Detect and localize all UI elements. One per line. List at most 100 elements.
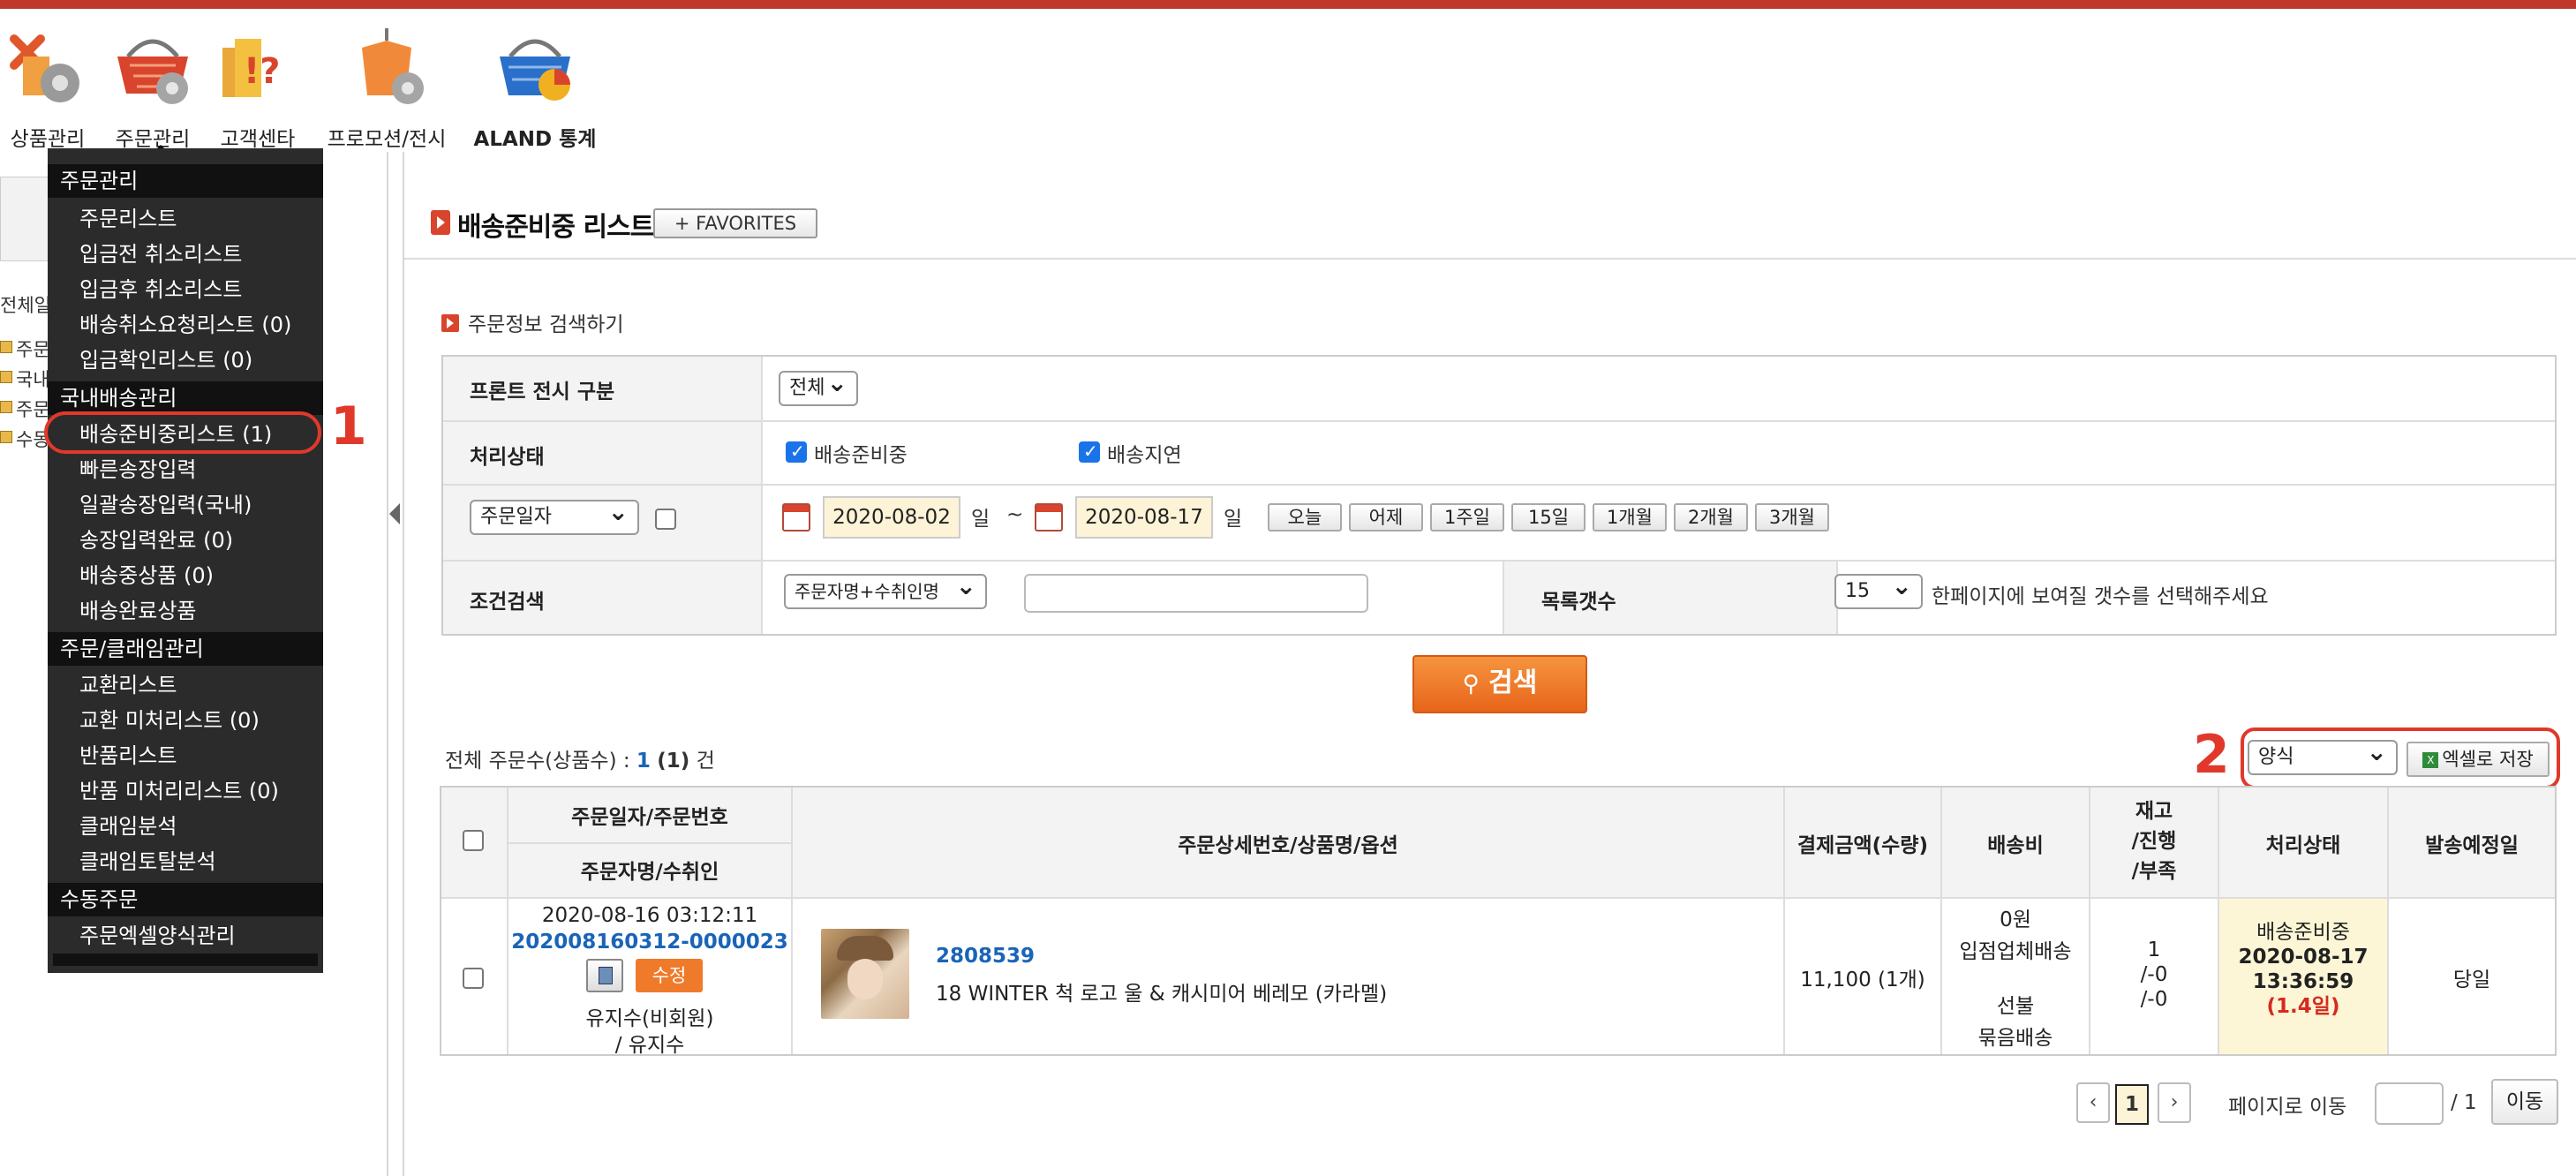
range-today-button[interactable]: 오늘	[1268, 503, 1342, 531]
header-order-date-no[interactable]: 주문일자/주문번호	[508, 800, 791, 830]
menu-bottom-bar	[53, 954, 318, 966]
date-type-select[interactable]: 주문일자	[470, 496, 639, 535]
tree-item[interactable]: 주문	[16, 335, 50, 362]
tree-item[interactable]: 국내	[16, 366, 50, 392]
excel-save-button[interactable]: X 엑셀로 저장	[2407, 742, 2550, 777]
date-to-input[interactable]: 2020-08-17	[1075, 496, 1213, 539]
menu-section-title: 주문관리	[48, 164, 323, 198]
order-management-icon	[110, 21, 195, 109]
select-all-checkbox[interactable]	[463, 830, 484, 851]
status-delayed-checkbox[interactable]	[1079, 441, 1100, 463]
stock-value: 1	[2147, 939, 2161, 961]
range-3months-button[interactable]: 3개월	[1755, 503, 1829, 531]
menu-item-in-transit[interactable]: 배송중상품 (0)	[79, 558, 214, 589]
excel-format-select[interactable]: 양식	[2248, 736, 2398, 775]
status-delayed-label: 배송지연	[1107, 444, 1182, 467]
calendar-icon[interactable]	[782, 503, 810, 531]
row-checkbox[interactable]	[463, 968, 484, 989]
left-panel-header: 전체일	[0, 295, 51, 316]
status-text: 배송준비중	[2256, 921, 2350, 944]
header-orderer-receiver[interactable]: 주문자명/수취인	[508, 855, 791, 885]
next-page-button[interactable]: ›	[2158, 1082, 2191, 1123]
search-label-cell: 목록갯수	[1503, 562, 1838, 634]
promotion-icon	[344, 21, 429, 109]
folder-icon	[0, 401, 12, 413]
prev-page-button[interactable]: ‹	[2076, 1082, 2110, 1123]
nav-label: 프로모션/전시	[327, 128, 447, 151]
goto-page-button[interactable]: 이동	[2491, 1079, 2558, 1125]
annotation-number-2: 2	[2193, 724, 2230, 786]
total-suffix: 건	[689, 750, 715, 773]
ship-date: 당일	[2452, 969, 2491, 991]
receiver-name: / 유지수	[614, 1034, 685, 1057]
header-subdivider	[508, 842, 791, 844]
nav-promotion[interactable]: 프로모션/전시	[316, 21, 457, 152]
menu-item-cancel-after-payment[interactable]: 입금후 취소리스트	[79, 272, 242, 303]
order-detail-icon[interactable]	[586, 959, 623, 992]
customer-center-icon: !?	[215, 21, 300, 109]
front-display-select[interactable]: 전체	[779, 367, 858, 406]
nav-label: 상품관리	[10, 128, 86, 151]
nav-label: ALAND 통계	[473, 128, 597, 151]
edit-button[interactable]: 수정	[636, 959, 703, 992]
status-info: 배송준비중 2020-08-17 13:36:59 (1.4일)	[2219, 920, 2387, 1019]
search-label-cell: 프론트 전시 구분	[443, 357, 763, 420]
front-display-label: 프론트 전시 구분	[470, 381, 615, 403]
range-2months-button[interactable]: 2개월	[1674, 503, 1748, 531]
section-arrow-icon	[441, 314, 459, 332]
range-yesterday-button[interactable]: 어제	[1349, 503, 1423, 531]
search-label-cell: 조건검색	[443, 562, 763, 634]
current-page[interactable]: 1	[2115, 1084, 2149, 1125]
menu-item-return-list[interactable]: 반품리스트	[79, 738, 177, 769]
menu-item-payment-confirm[interactable]: 입금확인리스트 (0)	[79, 343, 252, 373]
nav-statistics[interactable]: ALAND 통계	[473, 21, 597, 152]
range-15days-button[interactable]: 15일	[1511, 503, 1586, 531]
status-label: 처리상태	[470, 446, 545, 469]
favorites-button[interactable]: + FAVORITES	[653, 208, 817, 238]
nav-order-management[interactable]: 주문관리	[108, 21, 198, 152]
top-accent-bar	[0, 0, 2576, 9]
list-count-select[interactable]: 15	[1834, 570, 1923, 609]
statistics-icon	[493, 21, 577, 109]
menu-item-exchange-unprocessed[interactable]: 교환 미처리스트 (0)	[79, 703, 260, 734]
order-number-link[interactable]: 202008160312-0000023	[508, 931, 791, 954]
nav-customer-center[interactable]: !? 고객센타	[214, 21, 302, 152]
search-button[interactable]: ⚲ 검색	[1412, 655, 1587, 713]
status-preparing-label: 배송준비중	[814, 444, 908, 467]
panel-divider	[403, 152, 404, 1176]
menu-item-invoice-complete[interactable]: 송장입력완료 (0)	[79, 523, 233, 554]
collapse-left-icon[interactable]	[389, 503, 400, 524]
order-results-table: 주문일자/주문번호 주문자명/수취인 주문상세번호/상품명/옵션 결제금액(수량…	[440, 786, 2557, 1057]
search-section-title: 주문정보 검색하기	[468, 313, 624, 336]
menu-item-shipping-cancel-requests[interactable]: 배송취소요청리스트 (0)	[79, 307, 291, 338]
header-divider	[441, 897, 2555, 899]
menu-item-claim-analysis[interactable]: 클래임분석	[79, 809, 177, 840]
calendar-icon[interactable]	[1035, 503, 1063, 531]
order-detail-number-link[interactable]: 2808539	[936, 945, 1035, 968]
header-payment: 결제금액(수량)	[1797, 834, 1928, 857]
menu-item-excel-format[interactable]: 주문엑셀양식관리	[79, 918, 236, 949]
nav-label: 고객센타	[220, 128, 296, 151]
condition-search-label: 조건검색	[470, 591, 545, 614]
tree-item[interactable]: 주문	[16, 396, 50, 422]
product-name[interactable]: 18 WINTER 척 로고 울 & 캐시미어 베레모 (카라멜)	[936, 976, 1387, 1006]
range-1week-button[interactable]: 1주일	[1430, 503, 1504, 531]
menu-item-bulk-invoice[interactable]: 일괄송장입력(국내)	[79, 487, 252, 518]
menu-item-claim-total-analysis[interactable]: 클래임토탈분석	[79, 844, 216, 875]
product-thumbnail[interactable]	[821, 929, 909, 1019]
status-preparing-checkbox[interactable]	[786, 441, 807, 463]
menu-item-exchange-list[interactable]: 교환리스트	[79, 667, 177, 698]
menu-item-delivered[interactable]: 배송완료상품	[79, 593, 196, 624]
condition-type-select[interactable]: 주문자명+수취인명	[784, 570, 987, 609]
range-1month-button[interactable]: 1개월	[1593, 503, 1667, 531]
status-elapsed: (1.4일)	[2266, 995, 2340, 1018]
date-filter-checkbox[interactable]	[655, 509, 676, 530]
menu-item-cancel-before-payment[interactable]: 입금전 취소리스트	[79, 237, 242, 268]
condition-search-input[interactable]	[1024, 574, 1368, 613]
menu-item-order-list[interactable]: 주문리스트	[79, 201, 177, 232]
menu-item-quick-invoice[interactable]: 빠른송장입력	[79, 452, 196, 483]
date-from-input[interactable]: 2020-08-02	[823, 496, 960, 539]
nav-product-management[interactable]: 상품관리	[5, 21, 90, 152]
menu-item-return-unprocessed[interactable]: 반품 미처리리스트 (0)	[79, 773, 279, 804]
goto-page-input[interactable]	[2375, 1082, 2444, 1125]
